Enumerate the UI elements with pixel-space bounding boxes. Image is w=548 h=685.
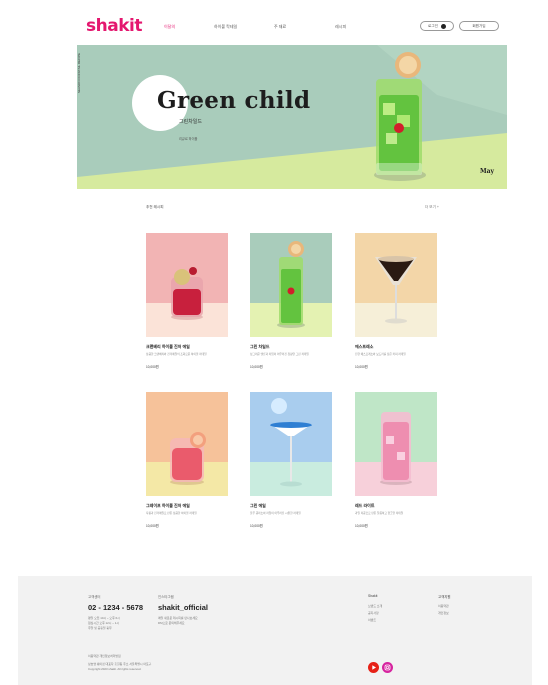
recipe-card-price: 10,000원 [146,524,159,528]
hero-meta: 리큐르 하이볼 [179,137,198,141]
cs-phone: 02 - 1234 - 5678 [88,603,144,612]
recipe-card-image[interactable] [355,392,437,496]
recipe-card-name[interactable]: 그린 에일 [250,503,266,509]
instagram-icon[interactable] [382,660,393,673]
nav-item-recipe[interactable]: 레시피 [335,24,346,30]
nav-item-highball[interactable]: 하이볼 칵테일 [214,24,237,30]
insta-desc-2: DM으로 문의해주세요 [158,621,185,625]
recipe-card-name[interactable]: 레드 라이트 [355,503,375,509]
recipe-card[interactable]: 그린 차일드싱그러운 멜론과 라임이 어우러진 청량한 그린 칵테일 10,000… [250,233,332,369]
logo[interactable]: shakit [86,16,142,36]
recipe-card[interactable]: 레드 라이트과일 리큐르로 만든 달콤하고 향긋한 칵테일 10,000원 [355,392,437,528]
recipe-card-price: 10,000원 [250,365,263,369]
footer-link-privacy[interactable]: 개인정보 [438,611,449,615]
recipe-card-price: 10,000원 [355,365,368,369]
recipe-card-image[interactable] [355,233,437,337]
recipe-card-image[interactable] [146,233,228,337]
insta-desc-1: 매일 새로운 레시피를 만나보세요 [158,616,198,620]
recipe-card-desc: 자몽과 진저에일로 만든 상큼한 하이볼 칵테일 [146,512,197,515]
recipe-card-name[interactable]: 그레이프 하이볼 진저 에일 [146,503,190,509]
youtube-icon[interactable] [368,660,379,673]
section-title: 추천 레시피 [146,205,164,209]
insta-label: 인스타그램 [158,595,174,599]
recipe-card-name[interactable]: 그린 차일드 [250,344,270,350]
footer-copyright-1: 상호명 쉐이킷 대표자 홍길동 주소 서울특별시 마포구 [88,662,152,666]
hero-month: May [480,168,495,175]
footer-link-brand[interactable]: 브랜드 소개 [368,604,382,608]
footer-col2-title: 고객지원 [438,595,451,599]
recipe-card-price: 10,000원 [146,365,159,369]
footer-link-event[interactable]: 이벤트 [368,618,376,622]
recipe-card-image[interactable] [250,233,332,337]
login-label: 로그인 [428,23,438,28]
signup-label: 회원가입 [472,23,486,28]
cs-label: 고객센터 [88,595,101,599]
recipe-card-desc: 싱그러운 멜론과 라임이 어우러진 청량한 그린 칵테일 [250,353,309,356]
recipe-card[interactable]: 그레이프 하이볼 진저 에일자몽과 진저에일로 만든 상큼한 하이볼 칵테일 10… [146,392,228,528]
recipe-card-image[interactable] [146,392,228,496]
cs-hours-2: 점심시간 오후 12시 ~ 1시 [88,621,119,625]
page: shakit 이달의 하이볼 칵테일 주 재료 레시피 로그인 회원가입 SEA… [18,0,532,685]
more-link[interactable]: 더 보기 + [425,205,439,210]
hero-cocktail-image [374,52,426,181]
login-button[interactable]: 로그인 [420,21,454,31]
footer-policy-links[interactable]: 이용약관 개인정보처리방침 [88,654,121,658]
cs-hours-1: 평일 오전 10시 ~ 오후 6시 [88,616,120,620]
recipe-card-desc: 상큼한 크랜베리와 진저에일의 조화로운 하이볼 칵테일 [146,353,207,356]
user-icon [440,23,446,29]
recipe-card-desc: 블루 큐라소와 라임이 어우러진 시원한 칵테일 [250,512,301,515]
nav-item-ingredients[interactable]: 주 재료 [274,24,286,30]
site-header: shakit 이달의 하이볼 칵테일 주 재료 레시피 로그인 회원가입 [18,0,532,48]
recipe-card-desc: 과일 리큐르로 만든 달콤하고 향긋한 칵테일 [355,512,404,515]
recipe-card[interactable]: 크랜베리 하이볼 진저 에일상큼한 크랜베리와 진저에일의 조화로운 하이볼 칵… [146,233,228,369]
nav-item-monthly[interactable]: 이달의 [164,24,175,30]
recipe-card-name[interactable]: 크랜베리 하이볼 진저 에일 [146,344,190,350]
hero-subtitle: 그린차일드 [179,119,203,125]
recipe-card[interactable]: 에스프레소진한 에스프레소와 보드카를 담은 커피 칵테일 10,000원 [355,233,437,369]
recipe-card-desc: 진한 에스프레소와 보드카를 담은 커피 칵테일 [355,353,406,356]
footer-link-notice[interactable]: 공지사항 [368,611,379,615]
hero-banner[interactable]: SEASON COCKTAIL RECIPE Green child 그린차일드… [77,45,507,189]
hero-vertical-text: SEASON COCKTAIL RECIPE [77,52,81,93]
footer-copyright-2: Copyright 2023 shakit. All rights reserv… [88,667,142,671]
recipe-card-price: 10,000원 [250,524,263,528]
recipe-card-image[interactable] [250,392,332,496]
signup-button[interactable]: 회원가입 [459,21,499,31]
footer-link-terms[interactable]: 이용약관 [438,604,449,608]
hero-title: Green child [157,87,311,114]
site-footer: 고객센터 02 - 1234 - 5678 평일 오전 10시 ~ 오후 6시 … [18,576,532,685]
recipe-card-price: 10,000원 [355,524,368,528]
recipe-card-name[interactable]: 에스프레소 [355,344,373,350]
insta-handle[interactable]: shakit_official [158,603,208,612]
footer-col1-title: Shakit [368,594,378,598]
recipe-card[interactable]: 그린 에일블루 큐라소와 라임이 어우러진 시원한 칵테일 10,000원 [250,392,332,528]
cs-hours-3: 주말 및 공휴일 휴무 [88,626,112,630]
